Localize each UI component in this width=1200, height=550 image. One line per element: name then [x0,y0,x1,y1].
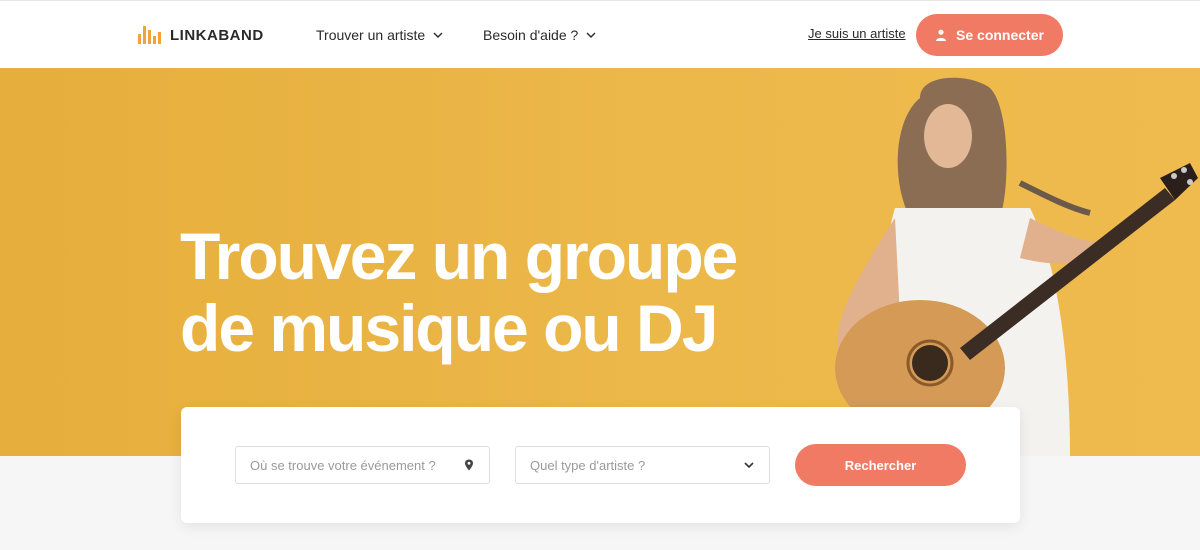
artist-type-placeholder: Quel type d'artiste ? [530,457,646,473]
hero-banner: Trouvez un groupe de musique ou DJ [0,68,1200,456]
brand-logo[interactable]: LINKABAND [138,22,264,48]
site-header: LINKABAND Trouver un artiste Besoin d'ai… [0,0,1200,68]
hero-title-line-2: de musique ou DJ [180,291,718,365]
location-placeholder: Où se trouve votre événement ? [250,457,436,473]
hero-title: Trouvez un groupe de musique ou DJ [180,219,738,365]
login-button-label: Se connecter [956,27,1044,43]
guitarist-photo [835,77,1198,456]
search-panel: Où se trouve votre événement ? Quel type… [181,407,1020,523]
map-pin-icon [465,459,473,471]
nav-find-artist[interactable]: Trouver un artiste [316,27,443,43]
chevron-down-icon [433,32,443,38]
login-button[interactable]: Se connecter [916,14,1063,56]
artist-signup-link[interactable]: Je suis un artiste [808,26,906,41]
artist-type-select[interactable]: Quel type d'artiste ? [515,446,770,484]
logo-equalizer-icon [138,26,161,44]
hero-title-line-1: Trouvez un groupe [180,219,738,293]
nav-find-artist-label: Trouver un artiste [316,27,426,43]
nav-help[interactable]: Besoin d'aide ? [483,27,596,43]
nav-help-label: Besoin d'aide ? [483,27,579,43]
chevron-down-icon [586,32,596,38]
chevron-down-icon [744,462,754,469]
location-input[interactable]: Où se trouve votre événement ? [235,446,490,484]
user-icon [936,29,947,41]
brand-name: LINKABAND [170,26,264,44]
search-button[interactable]: Rechercher [795,444,966,486]
